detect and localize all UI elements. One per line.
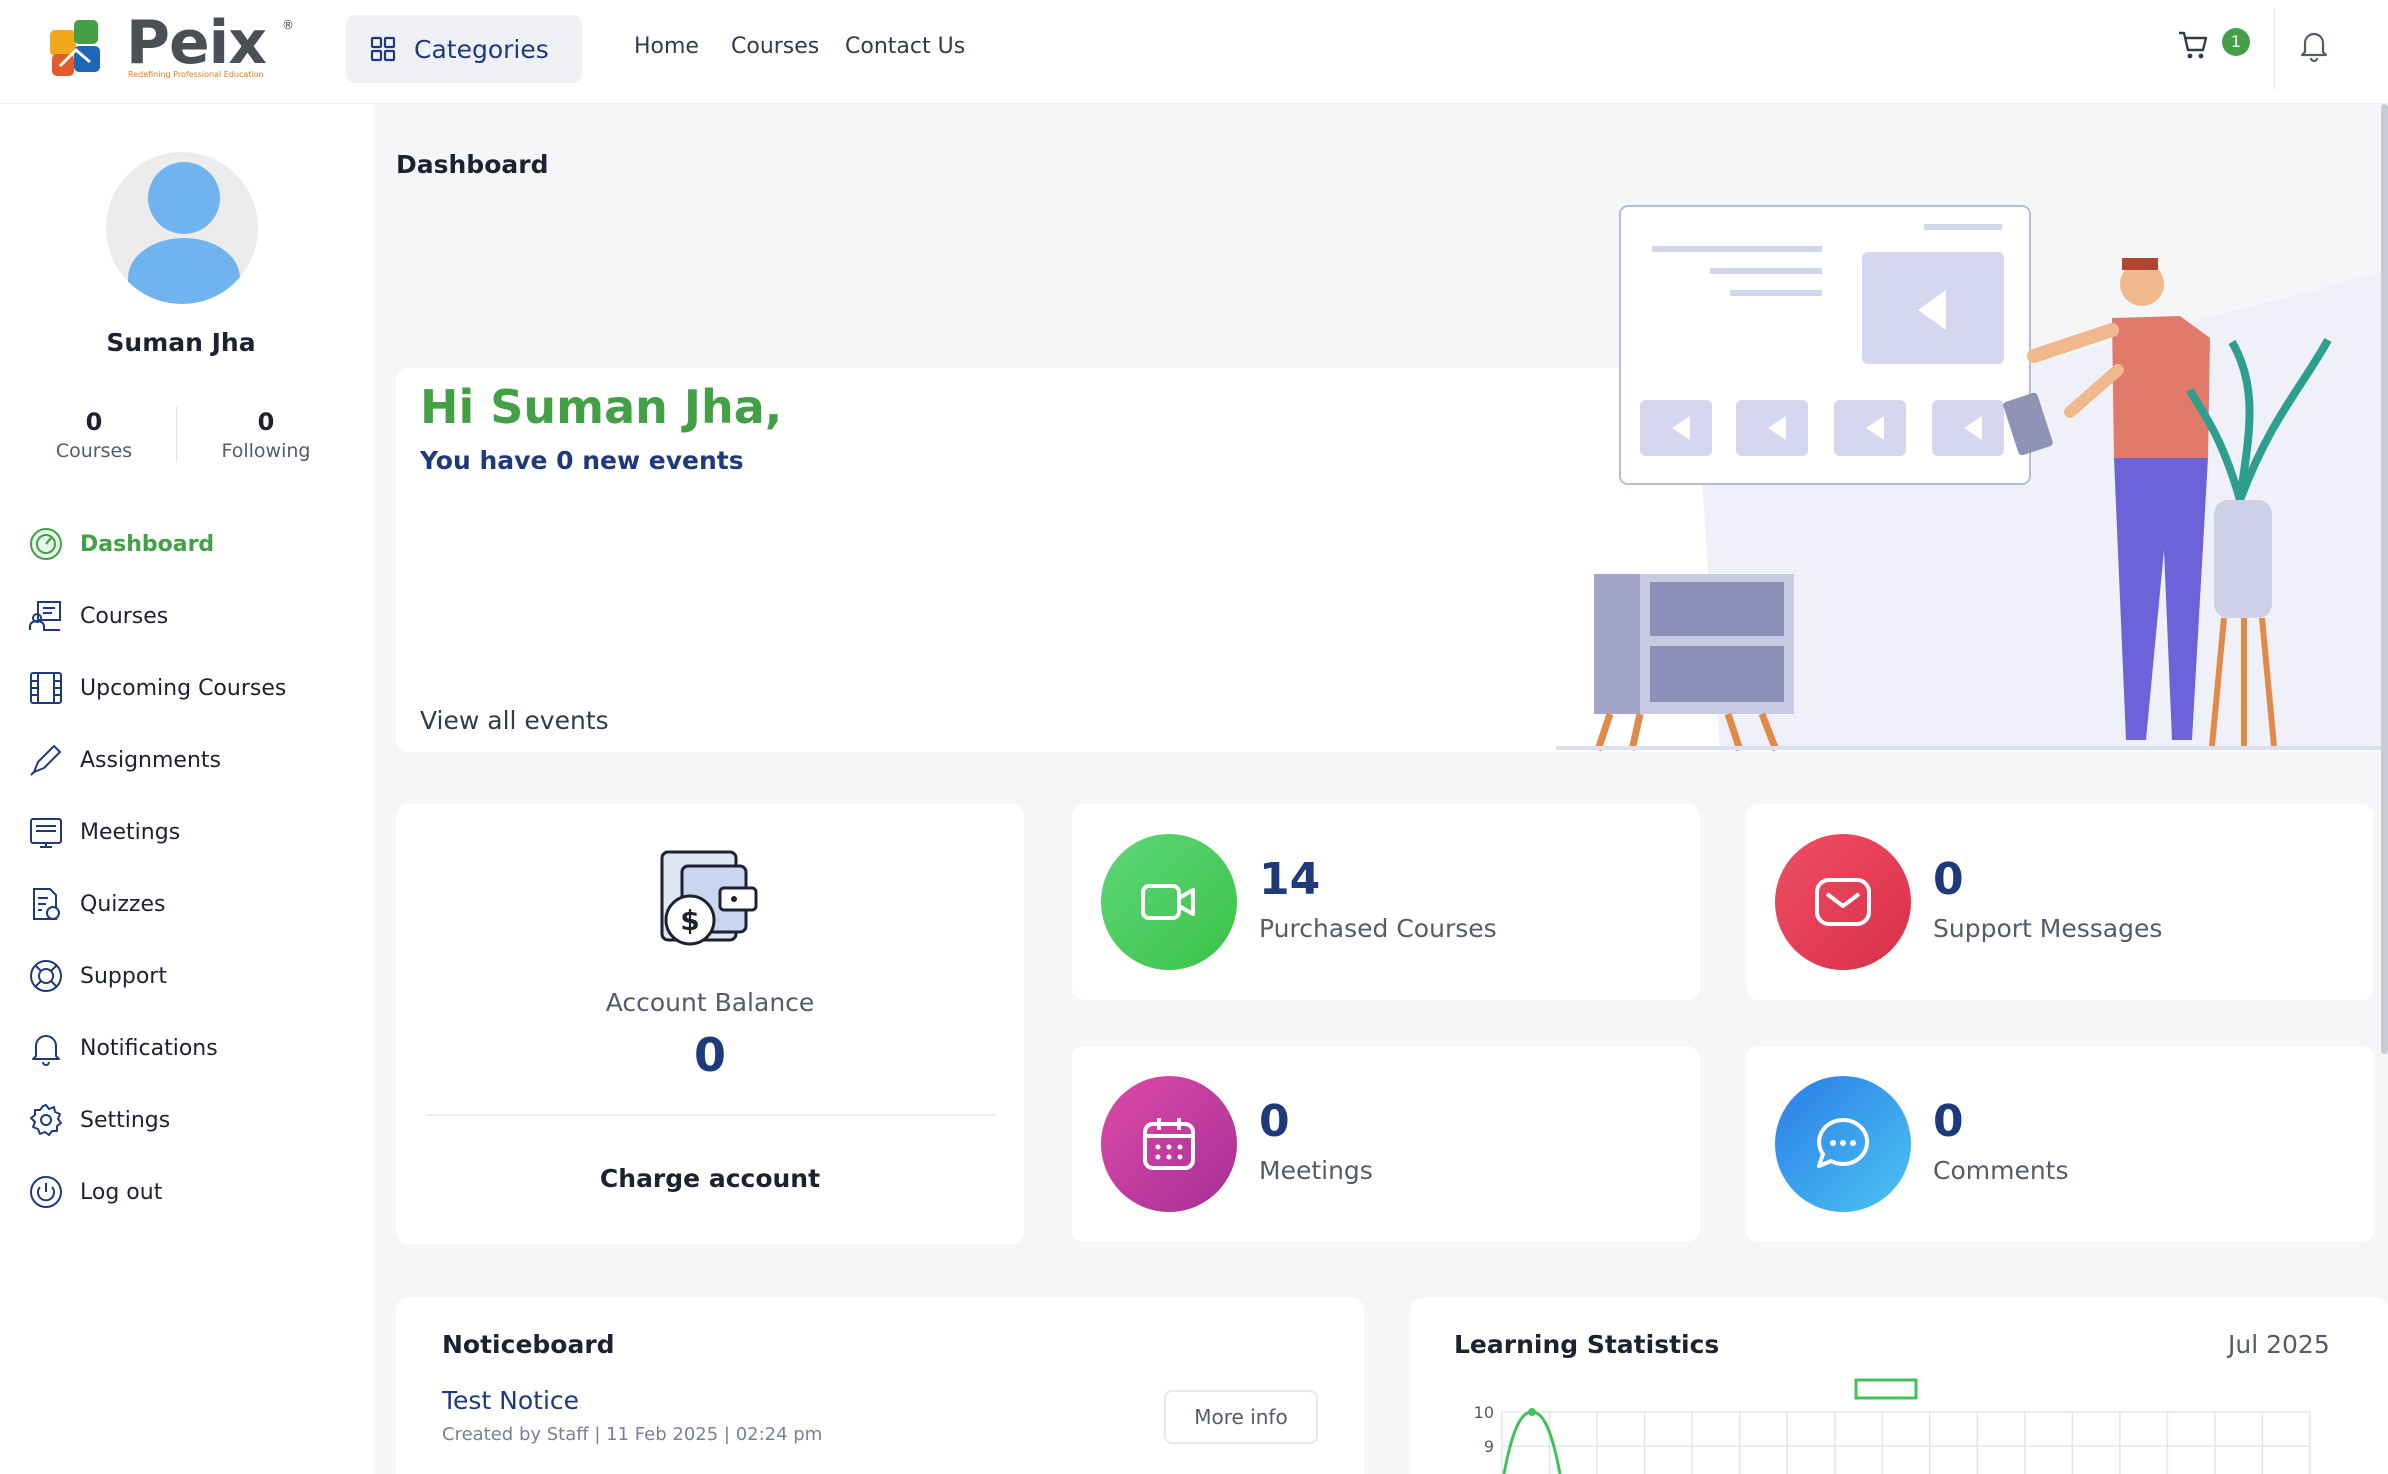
sidebar-item-label: Dashboard — [80, 531, 215, 557]
account-balance-value: 0 — [693, 1028, 726, 1082]
svg-text:$: $ — [680, 904, 699, 937]
quiz-icon — [26, 884, 66, 924]
registered-mark: ® — [282, 18, 294, 32]
user-avatar-icon — [128, 162, 240, 304]
cart-count-badge: 1 — [2222, 28, 2250, 56]
nav-home[interactable]: Home — [634, 34, 699, 59]
sidebar-item-notifications[interactable]: Notifications — [26, 1026, 218, 1070]
video-icon — [1101, 834, 1237, 970]
new-events-text: You have 0 new events — [420, 446, 744, 475]
courses-stat: 0 Courses — [34, 408, 154, 462]
view-all-events-link[interactable]: View all events — [420, 706, 609, 735]
meetings-icon — [26, 812, 66, 852]
gear-icon — [26, 1100, 66, 1140]
series-line — [1502, 1410, 1562, 1474]
data-point[interactable] — [1528, 1408, 1536, 1416]
sidebar-item-label: Courses — [80, 603, 169, 629]
sidebar-item-label: Meetings — [80, 819, 181, 845]
sidebar-item-dashboard[interactable]: Dashboard — [26, 522, 214, 566]
wallet-icon: $ — [660, 850, 758, 946]
page-title: Dashboard — [396, 150, 549, 179]
account-balance-label: Account Balance — [605, 988, 815, 1017]
sidebar-item-label: Settings — [80, 1107, 171, 1133]
notice-title-link[interactable]: Test Notice — [442, 1386, 579, 1415]
sidebar-item-label: Assignments — [80, 747, 221, 773]
meetings-label: Meetings — [1259, 1156, 1373, 1185]
calendar-icon — [1101, 1076, 1237, 1212]
sidebar: Suman Jha 0 Courses 0 Following Dashboar… — [0, 104, 374, 1474]
support-messages-label: Support Messages — [1933, 914, 2163, 943]
notice-meta: Created by Staff | 11 Feb 2025 | 02:24 p… — [442, 1424, 823, 1445]
sidebar-item-quizzes[interactable]: Quizzes — [26, 882, 165, 926]
sidebar-item-label: Support — [80, 963, 167, 989]
sidebar-item-label: Notifications — [80, 1035, 218, 1061]
learning-statistics-title: Learning Statistics — [1454, 1330, 1720, 1359]
sidebar-item-meetings[interactable]: Meetings — [26, 810, 180, 854]
learning-statistics-chart: 1098 — [1474, 1378, 2311, 1474]
bell-icon — [2300, 32, 2328, 63]
avatar[interactable] — [106, 152, 258, 304]
grid-icon — [370, 36, 396, 62]
notifications-button[interactable] — [2298, 28, 2330, 66]
sidebar-item-settings[interactable]: Settings — [26, 1098, 170, 1142]
page-scrollbar[interactable] — [2381, 104, 2388, 1054]
cart-icon — [2179, 31, 2208, 59]
power-icon — [26, 1172, 66, 1212]
chat-icon — [1775, 1076, 1911, 1212]
peix-logo[interactable]: Peix ® Redefining Professional Education — [46, 8, 306, 82]
balance-divider — [426, 1114, 996, 1116]
teacher-illustration — [1556, 205, 2388, 752]
sidebar-item-label: Log out — [80, 1179, 163, 1205]
y-tick-label: 10 — [1474, 1403, 1494, 1422]
sidebar-item-assignments[interactable]: Assignments — [26, 738, 221, 782]
logo-tagline: Redefining Professional Education — [128, 70, 264, 79]
following-stat-label: Following — [221, 440, 311, 462]
mail-icon — [1775, 834, 1911, 970]
logo-mark-icon — [50, 20, 100, 76]
sidebar-item-support[interactable]: Support — [26, 954, 167, 998]
learning-statistics-month[interactable]: Jul 2025 — [2228, 1330, 2330, 1359]
stat-divider — [176, 406, 177, 462]
nav-courses[interactable]: Courses — [731, 34, 819, 59]
dashboard-icon — [26, 524, 66, 564]
purchased-courses-label: Purchased Courses — [1259, 914, 1497, 943]
courses-stat-label: Courses — [55, 440, 133, 462]
logo-wordmark: Peix — [126, 8, 267, 78]
top-header: Peix ® Redefining Professional Education… — [0, 0, 2388, 104]
greeting-heading: Hi Suman Jha, — [420, 380, 783, 434]
sidebar-item-label: Upcoming Courses — [80, 675, 287, 701]
support-messages-count: 0 — [1933, 854, 1964, 905]
courses-icon — [26, 596, 66, 636]
film-icon — [26, 668, 66, 708]
comments-count: 0 — [1933, 1096, 1964, 1147]
categories-button[interactable]: Categories — [346, 15, 582, 83]
purchased-courses-count: 14 — [1259, 854, 1321, 905]
sidebar-item-label: Quizzes — [80, 891, 166, 917]
following-stat: 0 Following — [206, 408, 326, 462]
pen-icon — [26, 740, 66, 780]
header-divider — [2274, 8, 2275, 90]
charge-account-button[interactable]: Charge account — [396, 1164, 1024, 1193]
legend-swatch — [1854, 1378, 1918, 1400]
lifebuoy-icon — [26, 956, 66, 996]
y-tick-label: 9 — [1484, 1437, 1494, 1456]
following-count: 0 — [257, 408, 275, 436]
sidebar-item-courses[interactable]: Courses — [26, 594, 168, 638]
noticeboard-title: Noticeboard — [442, 1330, 615, 1359]
bell-icon — [26, 1028, 66, 1068]
user-name: Suman Jha — [106, 328, 256, 357]
sidebar-item-upcoming-courses[interactable]: Upcoming Courses — [26, 666, 286, 710]
comments-label: Comments — [1933, 1156, 2069, 1185]
sidebar-item-log-out[interactable]: Log out — [26, 1170, 162, 1214]
courses-count: 0 — [85, 408, 103, 436]
meetings-count: 0 — [1259, 1096, 1290, 1147]
more-info-button[interactable]: More info — [1164, 1390, 1318, 1444]
nav-contact-us[interactable]: Contact Us — [845, 34, 965, 59]
categories-label: Categories — [414, 34, 549, 64]
cart-button[interactable] — [2176, 28, 2210, 66]
